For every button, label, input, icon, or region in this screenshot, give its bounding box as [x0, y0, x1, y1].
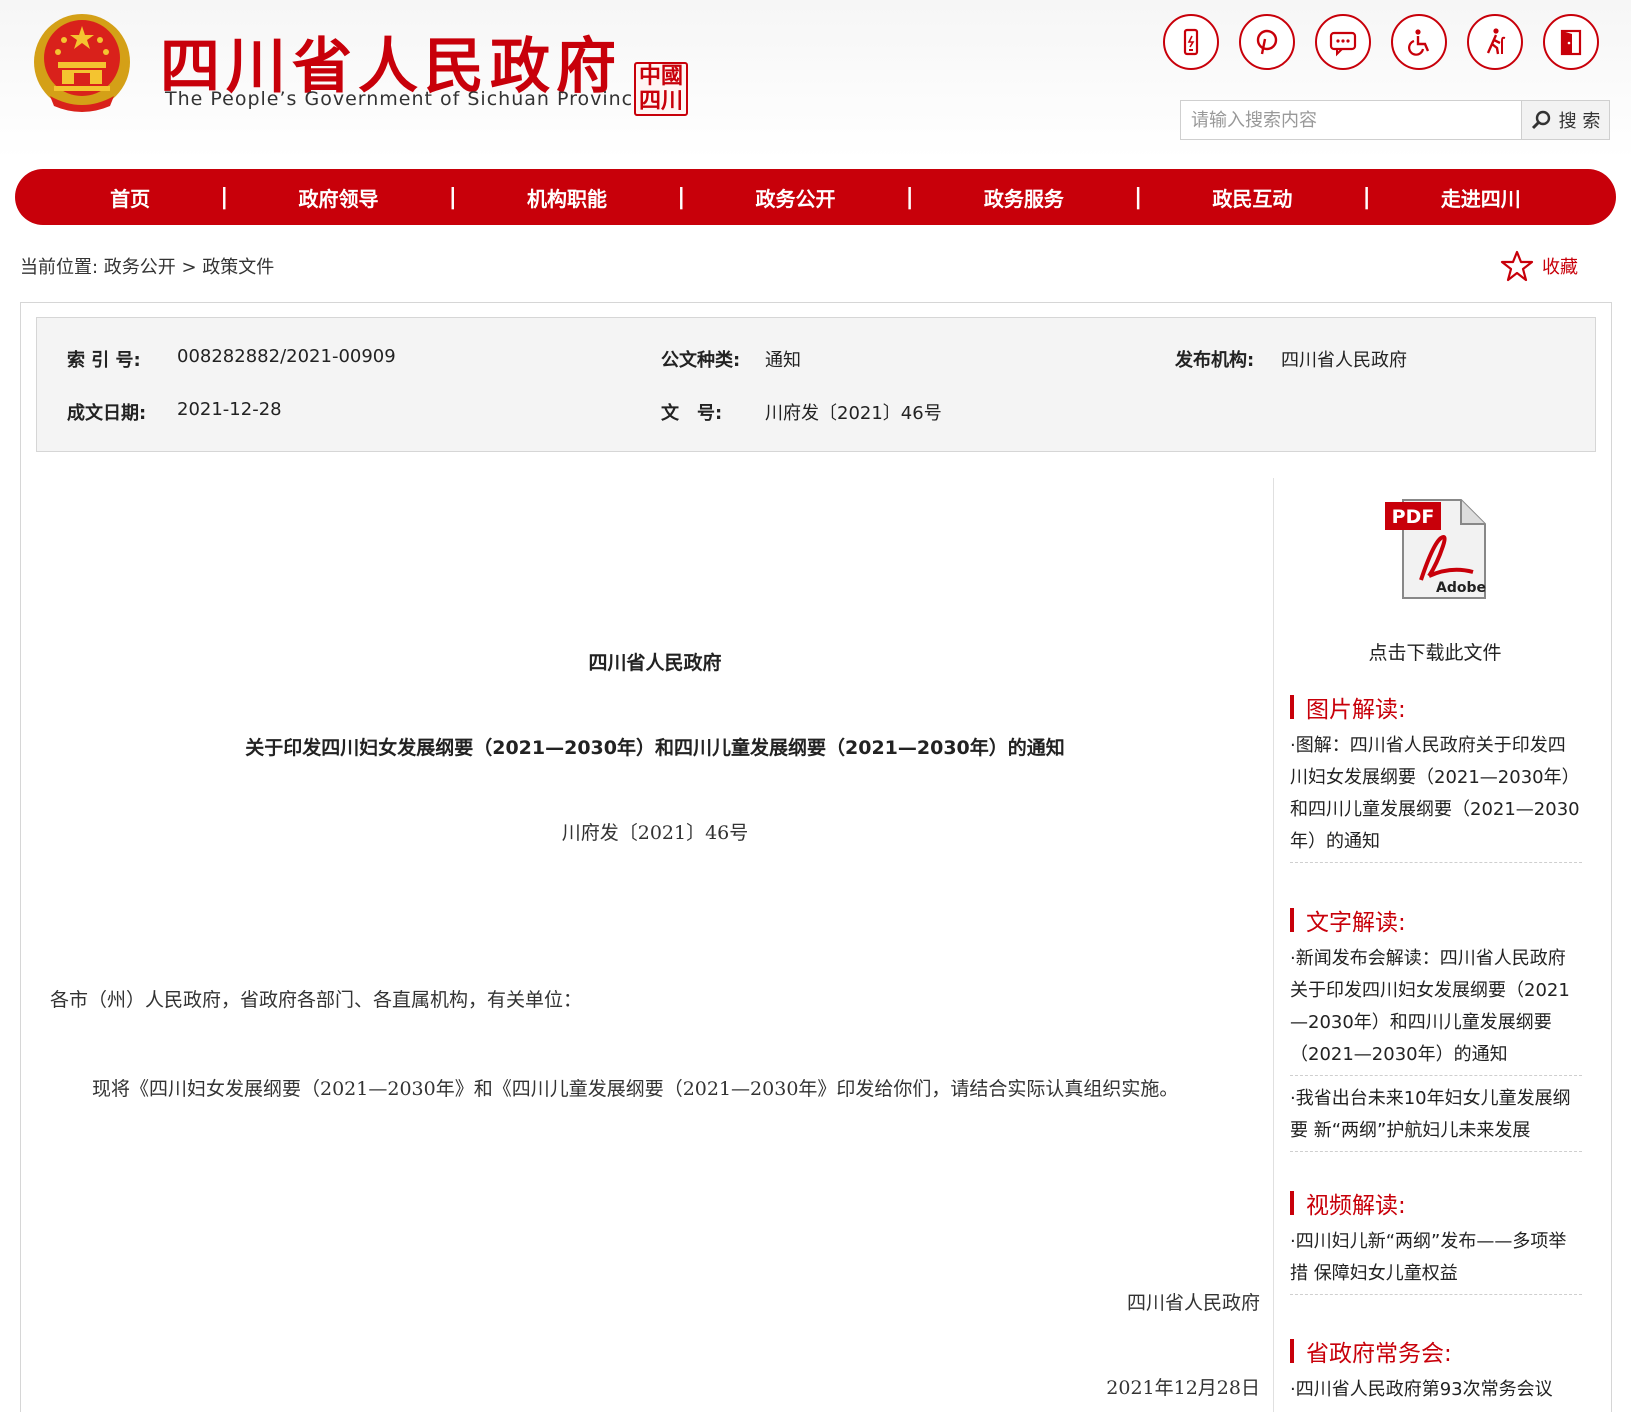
- executive-meeting-heading: 省政府常务会:: [1290, 1334, 1452, 1368]
- doc-type-label: 公文种类:: [661, 350, 741, 371]
- nav-item-home[interactable]: 首页: [110, 183, 150, 212]
- section-title: 文字解读:: [1306, 910, 1406, 936]
- accessibility-icon[interactable]: [1391, 14, 1447, 70]
- nav-separator: |: [448, 184, 457, 210]
- search-icon: [1531, 110, 1550, 130]
- favorite-label: 收藏: [1542, 257, 1578, 278]
- pdf-file-icon[interactable]: PDF Adobe: [1381, 494, 1491, 604]
- article-issuer: 四川省人民政府: [588, 652, 722, 674]
- index-number-value: 008282882/2021-00909: [177, 346, 396, 367]
- section-marker: [1290, 1191, 1294, 1215]
- video-interpretation-heading: 视频解读:: [1290, 1186, 1406, 1220]
- section-title: 省政府常务会:: [1306, 1341, 1452, 1367]
- nav-separator: |: [677, 184, 686, 210]
- favorite-button[interactable]: 收藏: [1500, 250, 1578, 282]
- search-button[interactable]: 搜 索: [1521, 101, 1609, 139]
- nav-separator: |: [220, 184, 229, 210]
- article-signature-date: 2021年12月28日: [1106, 1377, 1260, 1399]
- interpretation-sidebar: PDF Adobe 点击下载此文件 图片解读: ·图解：四川省人民政府关于印发四…: [1273, 478, 1595, 1412]
- exit-icon[interactable]: [1543, 14, 1599, 70]
- nav-item-functions[interactable]: 机构职能: [527, 183, 607, 212]
- section-marker: [1290, 908, 1294, 932]
- svg-text:PDF: PDF: [1392, 506, 1435, 528]
- sidebar-link[interactable]: ·新闻发布会解读：四川省人民政府关于印发四川妇女发展纲要（2021—2030年）…: [1290, 943, 1582, 1076]
- search-input[interactable]: [1181, 101, 1521, 139]
- nav-separator: |: [905, 184, 914, 210]
- svg-text:Adobe: Adobe: [1436, 580, 1486, 596]
- nav-item-interaction[interactable]: 政民互动: [1212, 183, 1292, 212]
- mobile-icon[interactable]: [1163, 14, 1219, 70]
- article-paragraph: 现将《四川妇女发展纲要（2021—2030年》和《四川儿童发展纲要（2021—2…: [92, 1078, 1179, 1100]
- section-title: 视频解读:: [1306, 1193, 1406, 1219]
- elder-care-icon[interactable]: [1467, 14, 1523, 70]
- search-button-label: 搜 索: [1558, 111, 1601, 132]
- article-salutation: 各市（州）人民政府，省政府各部门、各直属机构，有关单位：: [50, 989, 583, 1011]
- section-marker: [1290, 695, 1294, 719]
- site-subtitle: The People’s Government of Sichuan Provi…: [165, 88, 646, 110]
- article-doc-number: 川府发〔2021〕46号: [561, 822, 749, 844]
- pinterest-icon[interactable]: [1239, 14, 1295, 70]
- china-seal-logo: 中國 四川: [634, 62, 688, 116]
- doc-number-label: 文 号:: [661, 403, 723, 424]
- nav-item-services[interactable]: 政务服务: [984, 183, 1064, 212]
- publisher-label: 发布机构:: [1175, 350, 1255, 371]
- nav-separator: |: [1362, 184, 1371, 210]
- nav-item-leaders[interactable]: 政府领导: [299, 183, 379, 212]
- article-signature-org: 四川省人民政府: [1126, 1292, 1260, 1314]
- top-icon-bar: [1163, 14, 1599, 70]
- doc-number-value: 川府发〔2021〕46号: [765, 403, 942, 424]
- nav-item-about-sichuan[interactable]: 走进四川: [1441, 183, 1521, 212]
- breadcrumb: 当前位置: 政务公开 > 政策文件: [20, 257, 275, 278]
- sidebar-link[interactable]: ·四川省人民政府第93次常务会议: [1290, 1374, 1582, 1410]
- sidebar-link[interactable]: ·图解：四川省人民政府关于印发四川妇女发展纲要（2021—2030年）和四川儿童…: [1290, 730, 1582, 863]
- index-number-label: 索 引 号:: [67, 350, 141, 371]
- search-box: 搜 索: [1180, 100, 1610, 140]
- sidebar-link[interactable]: ·我省出台未来10年妇女儿童发展纲要 新“两纲”护航妇儿未来发展: [1290, 1083, 1582, 1152]
- main-nav: 首页 | 政府领导 | 机构职能 | 政务公开 | 政务服务 | 政民互动 | …: [15, 169, 1616, 225]
- publisher-value: 四川省人民政府: [1281, 350, 1407, 371]
- doc-type-value: 通知: [765, 350, 801, 371]
- nav-separator: |: [1134, 184, 1143, 210]
- picture-interpretation-heading: 图片解读:: [1290, 690, 1406, 724]
- document-meta-panel: 索 引 号: 008282882/2021-00909 公文种类: 通知 发布机…: [36, 317, 1596, 452]
- site-header: 四川省人民政府 The People’s Government of Sichu…: [0, 0, 1631, 160]
- nav-item-gov-affairs[interactable]: 政务公开: [755, 183, 835, 212]
- written-date-label: 成文日期:: [67, 403, 147, 424]
- star-icon: [1500, 250, 1534, 282]
- section-marker: [1290, 1339, 1294, 1363]
- written-date-value: 2021-12-28: [177, 399, 282, 420]
- message-icon[interactable]: [1315, 14, 1371, 70]
- text-interpretation-heading: 文字解读:: [1290, 903, 1406, 937]
- download-file-link[interactable]: 点击下载此文件: [1274, 638, 1596, 665]
- article-title: 关于印发四川妇女发展纲要（2021—2030年）和四川儿童发展纲要（2021—2…: [245, 737, 1065, 759]
- section-title: 图片解读:: [1306, 697, 1406, 723]
- national-emblem-icon: [34, 14, 130, 112]
- sidebar-link[interactable]: ·四川妇儿新“两纲”发布——多项举措 保障妇女儿童权益: [1290, 1226, 1582, 1295]
